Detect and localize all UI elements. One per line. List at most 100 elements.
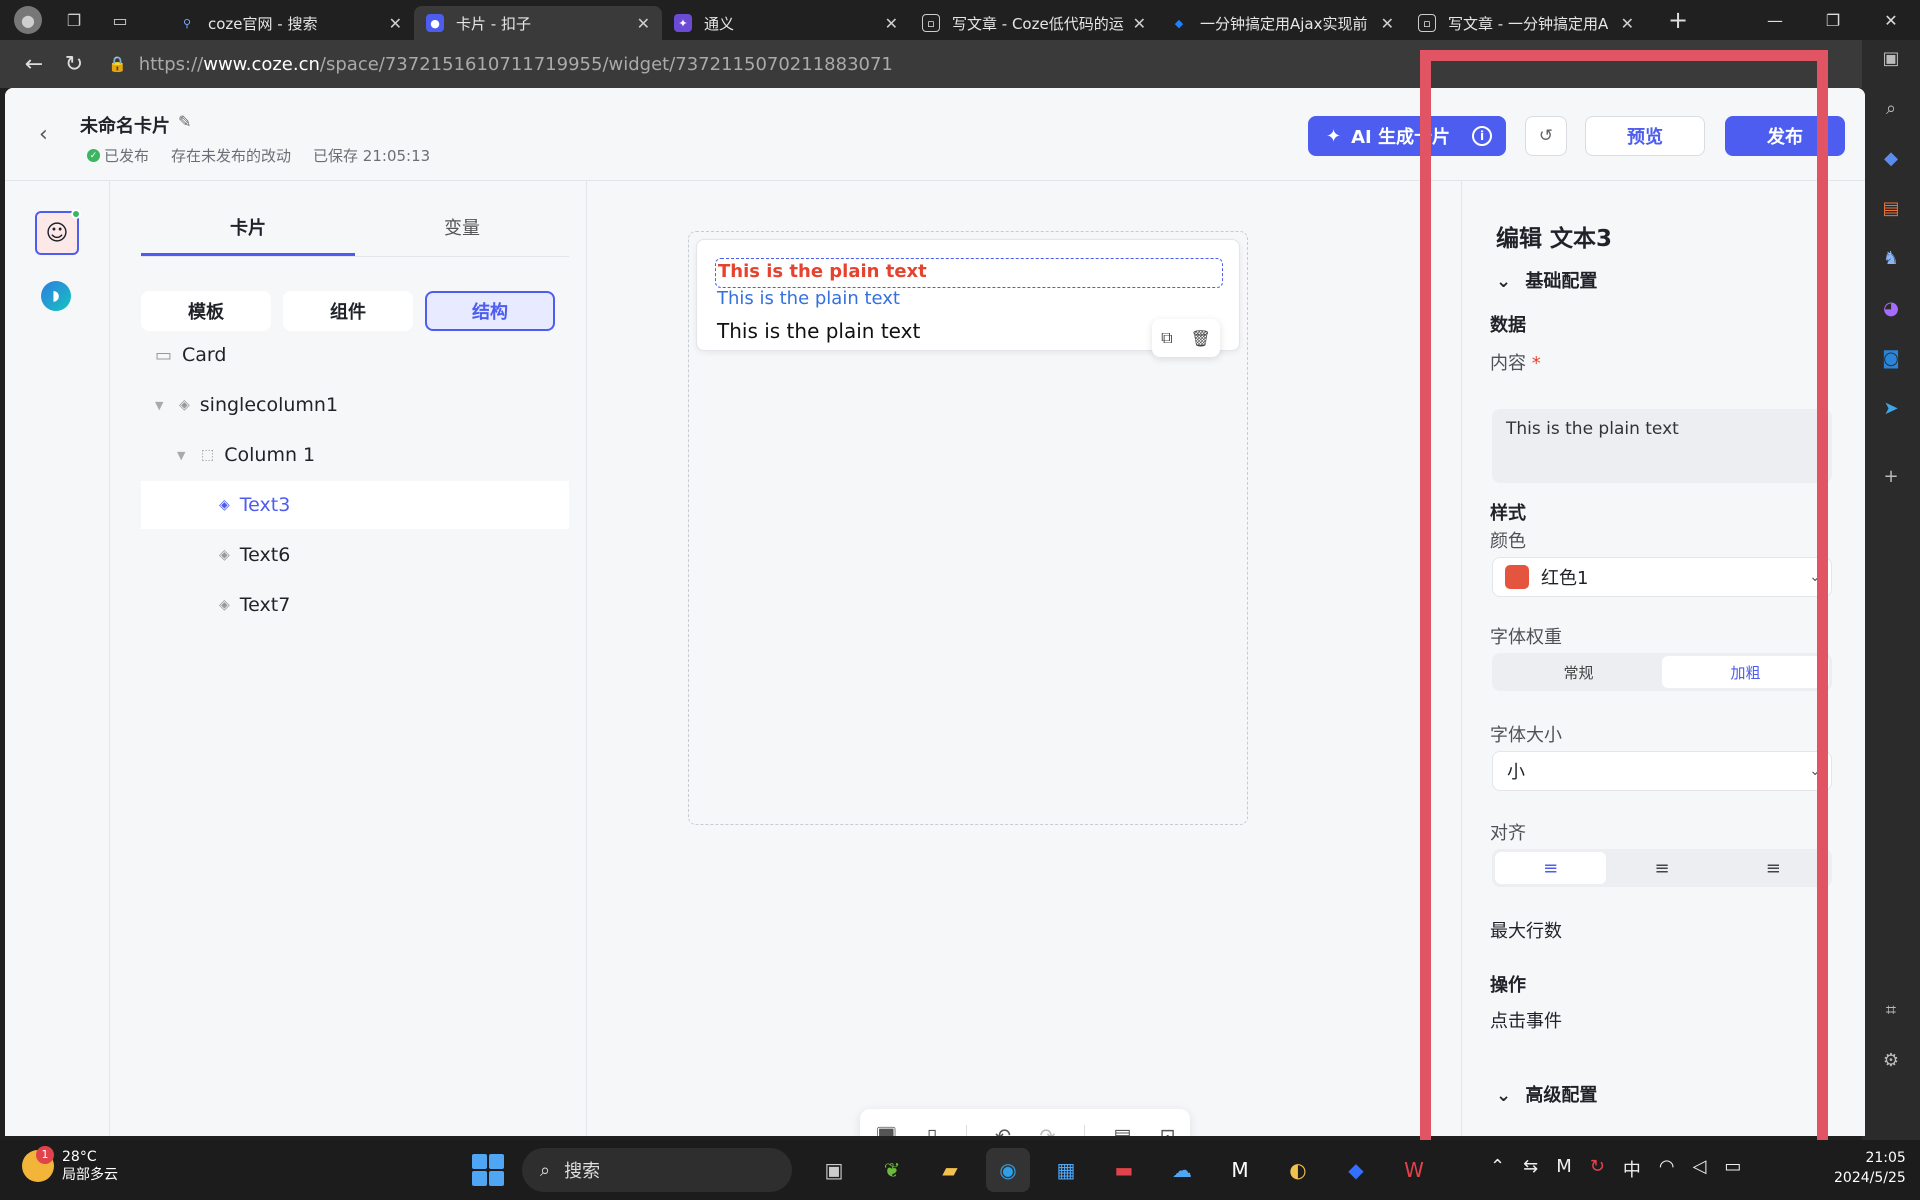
copy-icon[interactable]: ⧉ — [1161, 328, 1172, 348]
close-icon[interactable]: ✕ — [885, 14, 898, 33]
browser-tab[interactable]: ● 卡片 - 扣子 ✕ — [414, 6, 662, 40]
weather-widget[interactable]: 1 28°C 局部多云 — [22, 1146, 118, 1184]
feishu-icon[interactable]: ◆ — [1334, 1148, 1378, 1192]
wifi-icon[interactable]: ◠ — [1659, 1156, 1675, 1182]
close-icon[interactable]: ✕ — [389, 14, 402, 33]
file-explorer-icon[interactable]: ▰ — [928, 1148, 972, 1192]
text-element-selected[interactable]: This is the plain text — [715, 258, 1223, 288]
refresh-icon[interactable]: ↻ — [54, 52, 94, 77]
caret-down-icon[interactable]: ▼ — [177, 449, 191, 462]
browser-tab[interactable]: ⚲ coze官网 - 搜索 ✕ — [166, 6, 414, 40]
browser-tab[interactable]: ▫ 写文章 - 一分钟搞定用A ✕ — [1406, 6, 1646, 40]
workspaces-icon[interactable]: ❐ — [60, 6, 88, 34]
avatar[interactable]: ☺ — [35, 209, 81, 255]
close-icon[interactable]: ✕ — [1133, 14, 1146, 33]
huawei-app-icon[interactable]: ▬ — [1102, 1148, 1146, 1192]
history-button[interactable]: ↺ — [1525, 116, 1567, 156]
sync-icon[interactable]: ↻ — [1590, 1156, 1605, 1182]
caret-down-icon[interactable]: ▼ — [155, 399, 169, 412]
segment-components[interactable]: 组件 — [283, 291, 413, 331]
python-icon[interactable]: ◐ — [1276, 1148, 1320, 1192]
content-textarea[interactable]: This is the plain text — [1492, 409, 1832, 483]
ime-indicator[interactable]: 中 — [1623, 1156, 1641, 1182]
advanced-config-section[interactable]: ⌄ 高级配置 — [1496, 1081, 1597, 1107]
url-field[interactable]: 🔒 https://www.coze.cn/space/737215161071… — [108, 54, 893, 75]
desktop-icon[interactable]: 🖥 — [874, 1125, 898, 1137]
clock[interactable]: 21:05 2024/5/25 — [1834, 1148, 1906, 1188]
tab-card[interactable]: 卡片 — [141, 207, 355, 256]
weight-regular[interactable]: 常规 — [1495, 656, 1662, 688]
align-left-icon[interactable]: ≡ — [1495, 852, 1607, 884]
edge-icon[interactable]: ◉ — [986, 1148, 1030, 1192]
publish-button[interactable]: 发布 — [1725, 116, 1845, 156]
text-element[interactable]: This is the plain text — [717, 288, 900, 309]
screenshot-icon[interactable]: ⌗ — [1877, 996, 1905, 1024]
size-select[interactable]: 小 ⌄ — [1492, 751, 1832, 791]
search-icon[interactable]: ⌕ — [1877, 94, 1905, 122]
tree-node-column[interactable]: ▼ ⬚ Column 1 — [177, 431, 315, 479]
volume-icon[interactable]: ◁ — [1693, 1156, 1707, 1182]
outlook-icon[interactable]: ◙ — [1877, 344, 1905, 372]
settings-icon[interactable]: ⚙ — [1877, 1046, 1905, 1074]
close-icon[interactable]: ✕ — [637, 14, 650, 33]
back-icon[interactable]: ← — [14, 52, 54, 77]
shopping-tag-icon[interactable]: ◆ — [1877, 144, 1905, 172]
profile-icon[interactable]: ● — [14, 6, 42, 34]
text-element[interactable]: This is the plain text — [717, 319, 920, 343]
tab-actions-icon[interactable]: ▭ — [106, 6, 134, 34]
chevron-up-icon[interactable]: ⌃ — [1490, 1156, 1505, 1182]
delete-icon[interactable]: 🗑 — [1191, 329, 1211, 348]
browser-tab[interactable]: ◆ 一分钟搞定用Ajax实现前 ✕ — [1158, 6, 1406, 40]
toolbox-icon[interactable]: ▤ — [1877, 194, 1905, 222]
m-app-icon[interactable]: M — [1218, 1148, 1262, 1192]
close-window-icon[interactable]: ✕ — [1862, 11, 1920, 30]
document-icon[interactable]: ▤ — [1113, 1125, 1131, 1136]
preview-button[interactable]: 预览 — [1585, 116, 1705, 156]
add-icon[interactable]: + — [1877, 462, 1905, 490]
tray-app-icon[interactable]: ⇆ — [1523, 1156, 1538, 1182]
url-host: www.coze.cn — [203, 53, 320, 75]
mobile-icon[interactable]: ▯ — [927, 1125, 937, 1136]
sidebar-toggle-icon[interactable]: ▣ — [1877, 44, 1905, 72]
close-icon[interactable]: ✕ — [1381, 14, 1394, 33]
cloud-icon[interactable]: ☁ — [1160, 1148, 1204, 1192]
segment-templates[interactable]: 模板 — [141, 291, 271, 331]
restore-icon[interactable]: ❐ — [1804, 11, 1862, 30]
tree-node-singlecolumn[interactable]: ▼ ◈ singlecolumn1 — [155, 381, 338, 429]
windows-start-icon[interactable] — [472, 1154, 504, 1186]
info-icon[interactable]: i — [1472, 126, 1492, 146]
import-icon[interactable]: ⊡ — [1160, 1125, 1176, 1136]
align-right-icon[interactable]: ≡ — [1718, 852, 1829, 884]
minimize-icon[interactable]: — — [1746, 11, 1804, 30]
weight-bold[interactable]: 加粗 — [1662, 656, 1829, 688]
basic-config-section[interactable]: ⌄ 基础配置 — [1496, 267, 1597, 293]
wps-icon[interactable]: W — [1392, 1148, 1436, 1192]
battery-icon[interactable]: ▭ — [1724, 1156, 1741, 1182]
undo-icon[interactable]: ↶ — [995, 1125, 1011, 1136]
taskbar-search[interactable]: ⌕ 搜索 — [522, 1148, 792, 1192]
app-logo-icon[interactable]: ◗ — [41, 281, 71, 311]
tree-node-text3[interactable]: ◈ Text3 — [141, 481, 569, 529]
close-icon[interactable]: ✕ — [1621, 14, 1634, 33]
tray-m-icon[interactable]: M — [1556, 1156, 1572, 1182]
segment-structure[interactable]: 结构 — [425, 291, 555, 331]
edit-icon[interactable]: ✎ — [178, 112, 191, 131]
copilot-icon[interactable]: ◕ — [1877, 294, 1905, 322]
color-select[interactable]: 红色1 ⌄ — [1492, 557, 1832, 597]
task-view-icon[interactable]: ▣ — [812, 1148, 856, 1192]
leaf-app-icon[interactable]: ❦ — [870, 1148, 914, 1192]
tree-node-card[interactable]: ▭ Card — [155, 331, 226, 379]
redo-icon[interactable]: ↷ — [1040, 1125, 1056, 1136]
back-chevron-icon[interactable]: ‹ — [39, 122, 48, 147]
tab-variables[interactable]: 变量 — [355, 207, 569, 256]
browser-tab[interactable]: ▫ 写文章 - Coze低代码的运 ✕ — [910, 6, 1158, 40]
send-icon[interactable]: ➤ — [1877, 394, 1905, 422]
tree-node-text7[interactable]: ◈ Text7 — [219, 581, 290, 629]
align-center-icon[interactable]: ≡ — [1606, 852, 1717, 884]
chess-icon[interactable]: ♞ — [1877, 244, 1905, 272]
ai-generate-button[interactable]: ✦ AI 生成卡片 i — [1308, 116, 1506, 156]
tree-node-text6[interactable]: ◈ Text6 — [219, 531, 290, 579]
store-icon[interactable]: ▦ — [1044, 1148, 1088, 1192]
browser-tab[interactable]: ✦ 通义 ✕ — [662, 6, 910, 40]
new-tab-icon[interactable]: + — [1658, 6, 1698, 34]
